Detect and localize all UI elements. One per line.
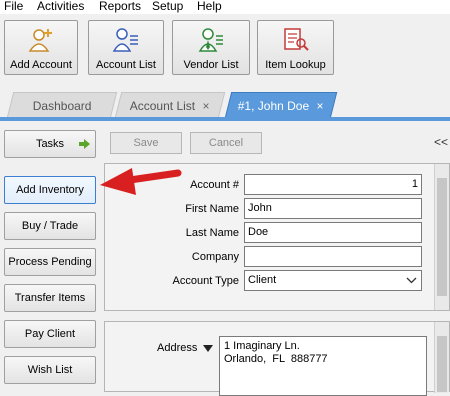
annotation-arrow — [100, 168, 182, 195]
